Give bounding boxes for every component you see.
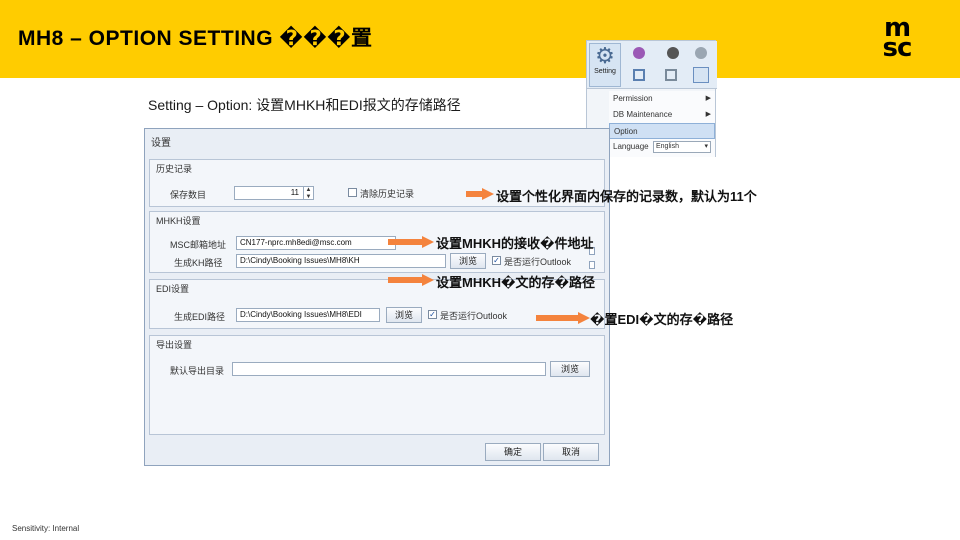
edi-outlook-checkbox[interactable]: ✓ [428, 310, 437, 319]
cancel-button[interactable]: 取消 [543, 443, 599, 461]
count-label: 保存数目 [170, 190, 207, 200]
menu-item-permission[interactable]: Permission ▶ [609, 91, 715, 107]
slide-subtitle: Setting – Option: 设置MHKH和EDI报文的存储路径 [148, 97, 461, 113]
setting-label: Setting [594, 68, 616, 75]
table-icon[interactable] [665, 69, 677, 81]
count-stepper[interactable]: 11 ▲ ▼ [234, 186, 314, 200]
grid-icon[interactable] [633, 69, 645, 81]
header-bar: MH8 – OPTION SETTING ���置 m sc [0, 0, 960, 78]
export-group-title: 导出设置 [156, 340, 193, 350]
gear-icon: ⚙ [595, 43, 615, 68]
menu-label-option: Option [614, 127, 638, 136]
email-field[interactable]: CN177-nprc.mh8edi@msc.com [236, 236, 396, 250]
edi-path-value: D:\Cindy\Booking Issues\MH8\EDI [240, 310, 362, 319]
stepper-arrows-icon[interactable]: ▲ ▼ [303, 187, 313, 199]
outlook-icon[interactable] [693, 67, 709, 83]
ok-button[interactable]: 确定 [485, 443, 541, 461]
arrow-2 [388, 236, 434, 248]
edi-path-field[interactable]: D:\Cindy\Booking Issues\MH8\EDI [236, 308, 380, 322]
annotation-4: �置EDI�文的存�路径 [590, 312, 734, 327]
option-dialog: 设置 历史记录 保存数目 11 ▲ ▼ 清除历史记录 MHKH设置 MSC邮箱地址… [144, 128, 610, 466]
annotation-2: 设置MHKH的接收�件地址 [436, 236, 594, 251]
kh-outlook-label: 是否运行Outlook [504, 257, 572, 267]
arrow-1 [466, 188, 494, 200]
menu-label-language: Language [613, 142, 649, 151]
submenu-arrow-icon: ▶ [705, 111, 711, 118]
email-value: CN177-nprc.mh8edi@msc.com [240, 238, 352, 247]
language-value: English [656, 143, 679, 150]
menu-label-permission: Permission [613, 94, 653, 103]
logo-bottom: sc [882, 33, 913, 63]
email-label: MSC邮箱地址 [170, 240, 226, 250]
edi-group-title: EDI设置 [156, 284, 190, 294]
clear-history-label: 清除历史记录 [360, 189, 415, 199]
ribbon-toolbar: ⚙ Setting [587, 41, 717, 89]
mhkh-group-title: MHKH设置 [156, 216, 201, 226]
edi-outlook-label: 是否运行Outlook [440, 311, 508, 321]
slide: MH8 – OPTION SETTING ���置 m sc ⚙ Setting… [0, 0, 960, 540]
annotation-3: 设置MHKH�文的存�路径 [436, 275, 595, 290]
menu-label-db-maintenance: DB Maintenance [613, 110, 673, 119]
help-circle-icon[interactable] [695, 47, 707, 59]
language-select[interactable]: English ▾ [653, 141, 711, 153]
kh-path-field[interactable]: D:\Cindy\Booking Issues\MH8\KH [236, 254, 446, 268]
edi-path-label: 生成EDI路径 [174, 312, 226, 322]
page-title: MH8 – OPTION SETTING ���置 [18, 27, 373, 50]
color-circle-icon[interactable] [633, 47, 645, 59]
export-group: 导出设置 默认导出目录 浏览 [149, 335, 605, 435]
export-browse-button[interactable]: 浏览 [550, 361, 590, 377]
export-dir-label: 默认导出目录 [170, 366, 225, 376]
msc-logo: m sc [866, 15, 928, 63]
setting-button[interactable]: ⚙ Setting [589, 43, 621, 87]
menu-item-db-maintenance[interactable]: DB Maintenance ▶ [609, 107, 715, 123]
menu-item-option[interactable]: Option [609, 123, 715, 139]
kh-path-label: 生成KH路径 [174, 258, 223, 268]
annotation-1: 设置个性化界面内保存的记录数，默认为11个 [496, 189, 757, 204]
submenu-arrow-icon: ▶ [705, 95, 711, 102]
kh-outlook-checkbox[interactable]: ✓ [492, 256, 501, 265]
edi-browse-button[interactable]: 浏览 [386, 307, 422, 323]
arrow-4 [536, 312, 590, 324]
dialog-title: 设置 [151, 138, 171, 149]
history-group-title: 历史记录 [156, 164, 193, 174]
export-dir-field[interactable] [232, 362, 546, 376]
menu-item-language: Language English ▾ [609, 139, 715, 155]
clear-history-checkbox[interactable] [348, 188, 357, 197]
kh-browse-button[interactable]: 浏览 [450, 253, 486, 269]
setting-menu: Permission ▶ DB Maintenance ▶ Option Lan… [609, 91, 715, 157]
chevron-down-icon: ▾ [704, 143, 708, 150]
kh-path-value: D:\Cindy\Booking Issues\MH8\KH [240, 256, 360, 265]
dark-circle-icon[interactable] [667, 47, 679, 59]
count-value: 11 [290, 188, 299, 197]
sensitivity-label: Sensitivity: Internal [12, 524, 80, 533]
arrow-3 [388, 274, 434, 286]
